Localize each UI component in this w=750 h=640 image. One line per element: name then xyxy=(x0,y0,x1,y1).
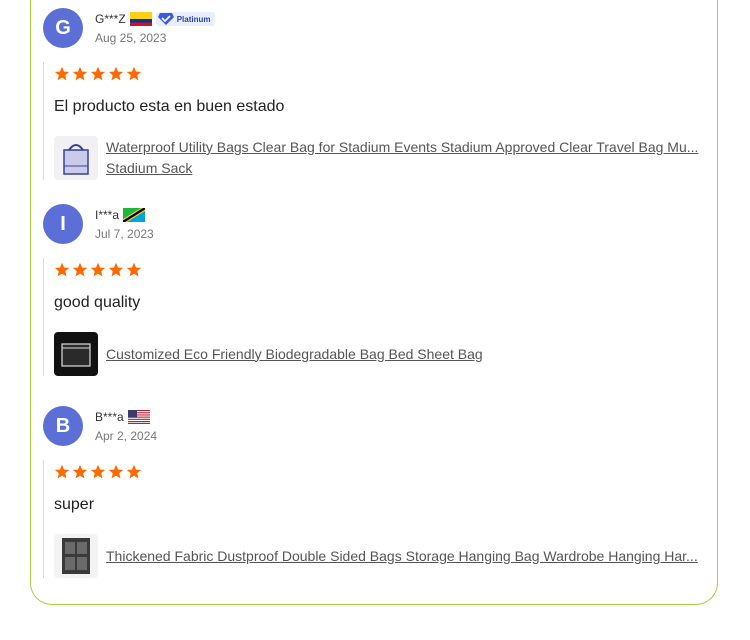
colombia-flag-icon xyxy=(129,12,152,26)
avatar: B xyxy=(43,406,83,446)
star-icon xyxy=(72,66,88,81)
star-rating xyxy=(54,262,708,280)
product-thumbnail[interactable] xyxy=(54,534,98,578)
star-icon xyxy=(126,66,142,81)
star-icon xyxy=(126,464,142,479)
tanzania-flag-icon xyxy=(123,208,146,222)
product-thumbnail[interactable] xyxy=(54,332,98,376)
review-date: Apr 2, 2024 xyxy=(95,429,158,443)
product-reference[interactable]: Thickened Fabric Dustproof Double Sided … xyxy=(54,534,708,578)
product-reference[interactable]: Waterproof Utility Bags Clear Bag for St… xyxy=(54,136,708,180)
review-text: El producto esta en buen estado xyxy=(54,98,285,115)
star-icon xyxy=(54,262,70,277)
diamond-icon xyxy=(157,13,174,25)
usa-flag-icon xyxy=(127,410,150,424)
star-rating xyxy=(54,464,708,482)
star-rating xyxy=(54,66,708,84)
star-icon xyxy=(54,464,70,479)
product-thumbnail[interactable] xyxy=(54,136,98,180)
platinum-badge: Platinum xyxy=(155,12,216,26)
reviewer-name: I***a xyxy=(95,208,120,222)
star-icon xyxy=(72,464,88,479)
reviews-panel: G G***Z Platinum Aug 25, 2023 El product… xyxy=(30,0,718,605)
review-text: super xyxy=(54,496,95,513)
review-text: good quality xyxy=(54,294,141,311)
product-reference[interactable]: Customized Eco Friendly Biodegradable Ba… xyxy=(54,332,708,376)
star-icon xyxy=(90,66,106,81)
star-icon xyxy=(90,464,106,479)
product-link[interactable]: Customized Eco Friendly Biodegradable Ba… xyxy=(106,344,708,365)
product-link[interactable]: Waterproof Utility Bags Clear Bag for St… xyxy=(106,137,708,179)
avatar: G xyxy=(43,8,83,48)
star-icon xyxy=(54,66,70,81)
reviewer-name: B***a xyxy=(95,410,124,424)
product-link[interactable]: Thickened Fabric Dustproof Double Sided … xyxy=(106,546,708,567)
star-icon xyxy=(72,262,88,277)
star-icon xyxy=(108,262,124,277)
star-icon xyxy=(108,464,124,479)
star-icon xyxy=(108,66,124,81)
star-icon xyxy=(90,262,106,277)
avatar: I xyxy=(43,204,83,244)
review-date: Aug 25, 2023 xyxy=(95,31,167,45)
reviewer-name: G***Z xyxy=(95,12,126,26)
review-date: Jul 7, 2023 xyxy=(95,227,154,241)
star-icon xyxy=(126,262,142,277)
